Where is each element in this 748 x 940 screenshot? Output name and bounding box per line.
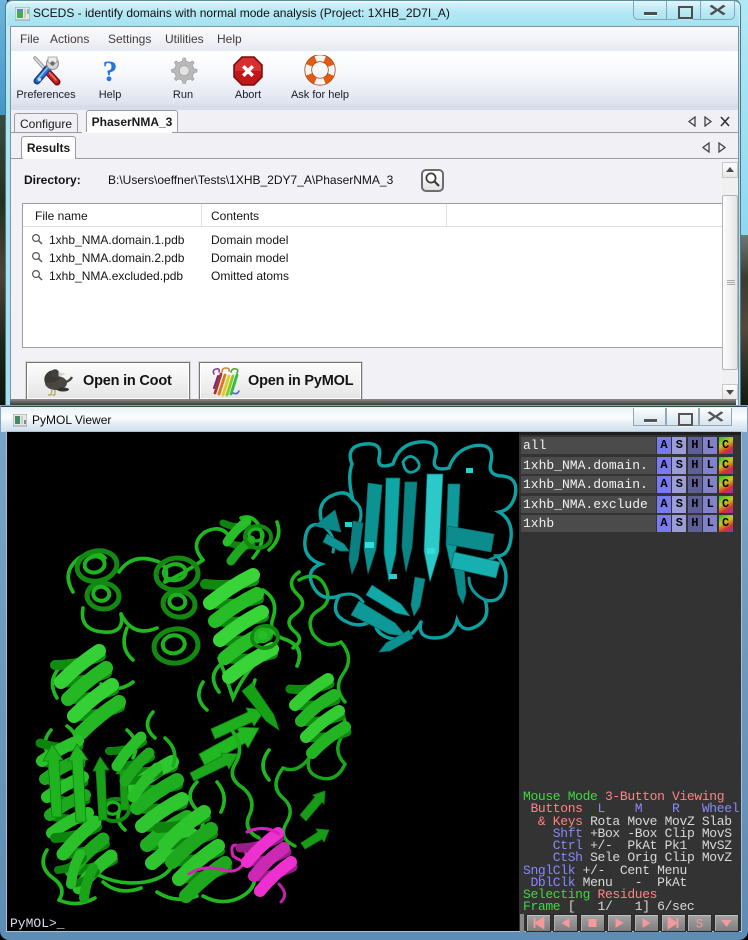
- svg-text:S: S: [696, 917, 703, 931]
- svg-text:?: ?: [103, 55, 118, 87]
